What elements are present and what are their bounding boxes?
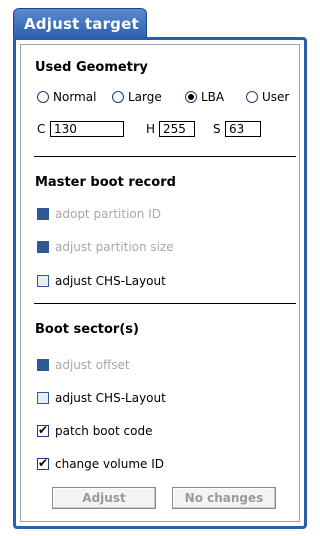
separator-1 [34,156,296,157]
radio-normal-circle [37,91,49,103]
no-changes-button[interactable]: No changes [172,487,276,509]
cylinders-field[interactable]: 130 [50,121,124,137]
mbr-adjust-chs-layout-checkbox[interactable] [37,275,49,287]
mbr-adopt-partition-id-checkbox[interactable] [37,208,49,220]
adjust-button[interactable]: Adjust [52,487,156,509]
separator-2 [34,303,296,304]
radio-user[interactable] [246,91,258,103]
mbr-adopt-partition-id-label: adopt partition ID [55,207,161,221]
radio-lba[interactable] [185,91,197,103]
boot-change-volume-id-checkbox[interactable]: ✔ [37,456,49,470]
radio-large-circle [112,91,124,103]
mbr-adjust-partition-size-label: adjust partition size [55,240,174,254]
tab-adjust-target[interactable]: Adjust target [13,8,147,39]
boot-adjust-offset-checkbox[interactable] [37,359,49,371]
radio-user-label: User [262,90,290,104]
radio-lba-circle [185,91,197,103]
h-label: H [146,122,156,136]
heads-field[interactable]: 255 [159,121,195,137]
mbr-adjust-chs-layout-label: adjust CHS-Layout [55,274,166,288]
radio-lba-label: LBA [201,90,225,104]
radio-large-label: Large [128,90,162,104]
boot-patch-boot-code-label: patch boot code [55,424,153,438]
boot-sector-heading: Boot sector(s) [35,322,139,337]
radio-normal[interactable] [37,91,49,103]
radio-normal-label: Normal [53,90,97,104]
mbr-heading: Master boot record [35,175,176,190]
boot-patch-boot-code-checkbox[interactable]: ✔ [37,423,49,437]
checkmark-icon: ✔ [38,423,49,437]
radio-large[interactable] [112,91,124,103]
checkmark-icon: ✔ [38,456,49,470]
sectors-field[interactable]: 63 [225,121,261,137]
boot-adjust-offset-label: adjust offset [55,358,130,372]
boot-change-volume-id-label: change volume ID [55,457,165,471]
boot-adjust-chs-layout-label: adjust CHS-Layout [55,391,166,405]
radio-user-circle [246,91,258,103]
used-geometry-heading: Used Geometry [35,60,148,75]
boot-adjust-chs-layout-checkbox[interactable] [37,392,49,404]
tab-title: Adjust target [24,15,139,33]
mbr-adjust-partition-size-checkbox[interactable] [37,241,49,253]
s-label: S [213,122,221,136]
c-label: C [37,122,46,136]
